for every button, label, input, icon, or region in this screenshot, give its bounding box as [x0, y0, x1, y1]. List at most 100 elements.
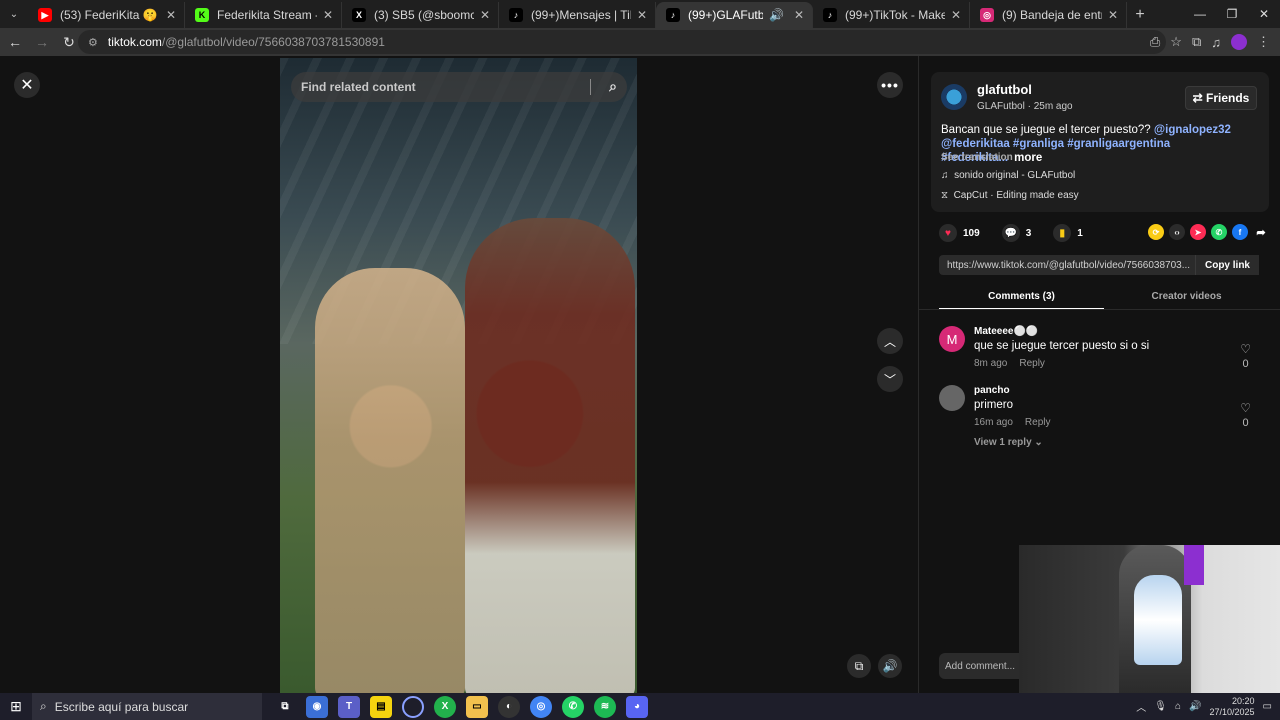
reply-button[interactable]: Reply	[1025, 417, 1051, 428]
browser-tab[interactable]: ♪ (99+)Mensajes | TikTok ✕	[499, 2, 656, 28]
video-player[interactable]	[280, 58, 637, 693]
browser-tab[interactable]: ♪ (99+)TikTok - Make Your Day ✕	[813, 2, 970, 28]
network-icon[interactable]: ⌂	[1175, 701, 1181, 712]
chrome-icon[interactable]: ◎	[530, 695, 552, 718]
browser-tab[interactable]: X (3) SB5 (@sboomchallenge) / X ✕	[342, 2, 499, 28]
discord-icon[interactable]: ◕	[626, 695, 648, 718]
tab-comments[interactable]: Comments (3)	[939, 288, 1104, 310]
mute-tab-icon[interactable]: 🔊	[769, 8, 784, 22]
minimize-icon[interactable]: —	[1184, 0, 1216, 28]
close-tab-icon[interactable]: ✕	[951, 8, 961, 22]
send-icon[interactable]: ➤	[1190, 224, 1206, 240]
creator-username[interactable]: glafutbol	[977, 82, 1032, 97]
obs-icon[interactable]: ◐	[498, 695, 520, 718]
capcut-row[interactable]: ⧖ CapCut · Editing made easy	[941, 190, 1079, 201]
close-tab-icon[interactable]: ✕	[794, 8, 804, 22]
music-row[interactable]: ♫ sonido original - GLAFutbol	[941, 170, 1075, 181]
more-link[interactable]: more	[1014, 152, 1042, 164]
volume-icon[interactable]: 🔊	[878, 654, 902, 678]
browser-tab[interactable]: K Federikita Stream - Watch Live ✕	[185, 2, 342, 28]
browser-tab-active[interactable]: ♪ (99+)GLAFutbol (@glafutbol) 🔊 ✕	[656, 2, 813, 28]
friends-button[interactable]: ⇄ Friends	[1185, 86, 1257, 110]
view-replies-link[interactable]: View 1 reply ⌄	[974, 437, 1043, 448]
close-tab-icon[interactable]: ✕	[166, 8, 176, 22]
site-info-icon[interactable]: ⚙	[88, 36, 98, 49]
sticky-notes-icon[interactable]: ▤	[370, 695, 392, 718]
windows-start-icon[interactable]: ⊞	[0, 693, 32, 720]
embed-icon[interactable]: ‹›	[1169, 224, 1185, 240]
browser-tab[interactable]: ◎ (9) Bandeja de entrada • Chats ✕	[970, 2, 1127, 28]
comment-icon[interactable]: 💬	[1001, 224, 1020, 242]
close-tab-icon[interactable]: ✕	[323, 8, 333, 22]
x-icon: X	[352, 8, 366, 22]
reply-button[interactable]: Reply	[1019, 358, 1045, 369]
back-icon[interactable]: ←	[3, 30, 27, 54]
creator-avatar[interactable]	[941, 84, 967, 110]
bookmark-icon[interactable]: ▮	[1053, 224, 1072, 242]
floating-player-icon[interactable]: ⧉	[847, 654, 871, 678]
close-tab-icon[interactable]: ✕	[480, 8, 490, 22]
extensions-icon[interactable]: ⧉	[1192, 34, 1201, 50]
related-search-input[interactable]: Find related content ⌕	[291, 72, 627, 102]
xbox-icon[interactable]: X	[434, 695, 456, 718]
url-path: /@glafutbol/video/7566038703781530891	[161, 35, 385, 49]
tab-creator-videos[interactable]: Creator videos	[1104, 288, 1269, 310]
divider	[919, 309, 1280, 310]
clock[interactable]: 20:20 27/10/2025	[1210, 696, 1255, 718]
chevron-up-icon[interactable]: ︿	[877, 328, 903, 354]
kebab-menu-icon[interactable]: ⋮	[1257, 34, 1270, 50]
tab-title: (99+)TikTok - Make Your Day	[845, 8, 945, 22]
restore-icon[interactable]: ❐	[1216, 0, 1248, 28]
creator-subline: GLAFutbol · 25m ago	[977, 101, 1073, 112]
heart-outline-icon[interactable]: ♡	[1240, 342, 1251, 356]
comment-like[interactable]: ♡ 0	[1240, 342, 1251, 370]
browser-tab[interactable]: ▶ (53) FederiKita 🤫 - YouTube ✕	[28, 2, 185, 28]
repost-icon[interactable]: ⟳	[1148, 224, 1164, 240]
volume-icon[interactable]: 🔊	[1189, 701, 1201, 712]
share-icon[interactable]: ➦	[1253, 224, 1269, 240]
close-tab-icon[interactable]: ✕	[637, 8, 647, 22]
bookmark-star-icon[interactable]: ☆	[1170, 34, 1182, 50]
new-tab-button[interactable]: +	[1127, 2, 1153, 28]
url-bar[interactable]: ⚙ tiktok.com/@glafutbol/video/7566038703…	[78, 30, 1166, 54]
comment-stat[interactable]: 💬 3	[1001, 224, 1031, 242]
whatsapp-icon[interactable]: ✆	[1211, 224, 1227, 240]
more-options-icon[interactable]: •••	[877, 72, 903, 98]
close-icon[interactable]: ✕	[14, 72, 40, 98]
comment-like[interactable]: ♡ 0	[1240, 401, 1251, 429]
notifications-icon[interactable]: ▭	[1263, 701, 1272, 712]
chevron-down-icon[interactable]: ﹀	[877, 366, 903, 392]
profile-avatar[interactable]	[1231, 34, 1247, 50]
spotify-icon[interactable]: ≋	[594, 695, 616, 718]
avatar[interactable]	[939, 385, 965, 411]
like-count: 109	[963, 227, 980, 239]
taskbar-search-input[interactable]: ⌕ Escribe aquí para buscar	[32, 693, 262, 720]
search-icon[interactable]: ⌕	[609, 78, 617, 95]
divider	[590, 79, 591, 95]
save-stat[interactable]: ▮ 1	[1053, 224, 1083, 242]
copy-link-button[interactable]: Copy link	[1195, 255, 1259, 275]
copilot-icon[interactable]: ◉	[306, 695, 328, 718]
link-field[interactable]: https://www.tiktok.com/@glafutbol/video/…	[939, 255, 1259, 275]
forward-icon[interactable]: →	[30, 30, 54, 54]
close-window-icon[interactable]: ✕	[1248, 0, 1280, 28]
install-app-icon[interactable]: ⎙	[1150, 34, 1160, 50]
media-control-icon[interactable]: ♫	[1211, 35, 1221, 50]
task-view-icon[interactable]: ⧉	[274, 696, 296, 718]
microphone-icon[interactable]: 🎙	[1154, 701, 1167, 712]
facebook-icon[interactable]: f	[1232, 224, 1248, 240]
tab-search-button[interactable]: ⌄	[0, 0, 28, 28]
avatar[interactable]: M	[939, 326, 965, 352]
cortana-icon[interactable]	[402, 695, 424, 718]
heart-outline-icon[interactable]: ♡	[1240, 401, 1251, 415]
see-translation-link[interactable]: See translation	[941, 152, 1013, 163]
heart-icon[interactable]: ♥	[939, 224, 957, 242]
tray-chevron-icon[interactable]: ︿	[1136, 699, 1146, 714]
file-explorer-icon[interactable]: ▭	[466, 695, 488, 718]
teams-icon[interactable]: T	[338, 695, 360, 718]
whatsapp-icon[interactable]: ✆	[562, 695, 584, 718]
like-stat[interactable]: ♥ 109	[939, 224, 980, 242]
close-tab-icon[interactable]: ✕	[1108, 8, 1118, 22]
comment-author[interactable]: Mateeee⚪⚪	[974, 326, 1038, 337]
comment-author[interactable]: pancho	[974, 385, 1010, 396]
